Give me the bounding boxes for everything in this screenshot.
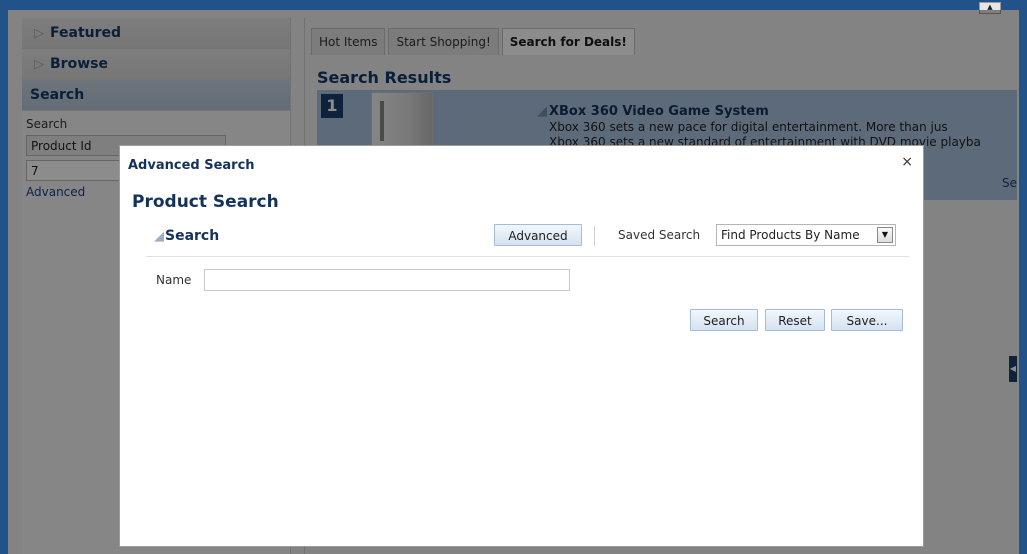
close-icon[interactable]: × — [901, 154, 913, 170]
toolbar-separator — [594, 226, 595, 246]
saved-search-value: Find Products By Name — [721, 228, 860, 242]
triangle-expanded-icon: ◢ — [154, 229, 164, 244]
advanced-search-dialog: Advanced Search × Product Search ◢Search… — [119, 145, 924, 547]
advanced-button[interactable]: Advanced — [494, 224, 582, 246]
dropdown-arrow-icon[interactable]: ▼ — [877, 227, 893, 243]
name-input[interactable] — [204, 269, 570, 291]
reset-button[interactable]: Reset — [765, 309, 825, 331]
search-button[interactable]: Search — [690, 309, 758, 331]
dialog-title: Advanced Search — [128, 158, 255, 173]
app-frame-top — [0, 0, 1027, 10]
section-divider — [146, 256, 909, 257]
search-section-header[interactable]: ◢Search — [154, 228, 219, 244]
saved-search-select[interactable]: Find Products By Name ▼ — [716, 224, 896, 246]
app-frame-right — [1019, 0, 1027, 554]
name-label: Name — [156, 273, 192, 287]
saved-search-label: Saved Search — [618, 228, 701, 242]
search-section-label: Search — [165, 228, 220, 244]
product-search-title: Product Search — [132, 192, 279, 212]
app-frame-left — [0, 0, 8, 554]
save-button[interactable]: Save... — [831, 309, 903, 331]
